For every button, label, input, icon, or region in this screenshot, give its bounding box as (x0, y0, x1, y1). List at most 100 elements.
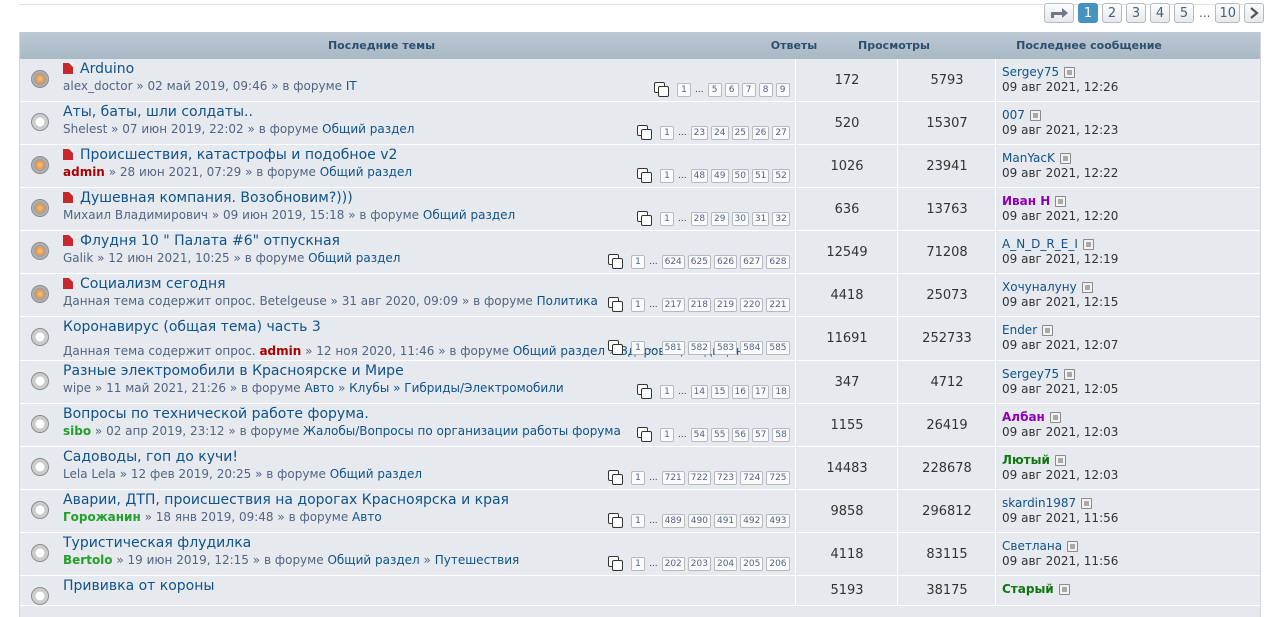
topic-page-link[interactable]: 493 (766, 513, 790, 528)
topic-title[interactable]: Прививка от короны (63, 578, 214, 594)
topic-title[interactable]: Аты, баты, шли солдаты.. (63, 104, 253, 120)
topic-author-link[interactable]: Shelest (63, 122, 107, 136)
topic-page-link[interactable]: 7 (741, 82, 756, 97)
last-post-author-link[interactable]: ManYacK (1002, 151, 1071, 165)
page-1-button[interactable]: 1 (1078, 3, 1098, 23)
forum-link[interactable]: Авто (305, 381, 335, 395)
topic-title-link[interactable]: Аварии, ДТП, происшествия на дорогах Кра… (63, 492, 509, 508)
view-latest-post-icon[interactable] (1042, 324, 1054, 336)
topic-page-link[interactable]: 204 (713, 556, 738, 571)
topic-title-link[interactable]: Происшествия, катастрофы и подобное v2 (63, 147, 397, 163)
topic-title-link[interactable]: Arduino (63, 61, 134, 77)
topic-page-link[interactable]: 57 (751, 427, 770, 442)
topic-page-link[interactable]: 1 (631, 556, 645, 571)
topic-title[interactable]: Социализм сегодня (80, 276, 226, 292)
topic-page-link[interactable]: 582 (687, 340, 711, 355)
topic-page-link[interactable]: 206 (766, 556, 790, 571)
topic-author-link[interactable]: admin (63, 165, 105, 179)
topic-title[interactable]: Разные электромобили в Красноярске и Мир… (63, 363, 404, 379)
view-latest-post-icon[interactable] (1064, 66, 1076, 78)
last-post-author[interactable]: Sergey75 (1002, 367, 1059, 381)
topic-title[interactable]: Туристическая флудилка (63, 535, 251, 551)
last-post-author-link[interactable]: Старый (1002, 582, 1070, 596)
view-latest-post-icon[interactable] (1081, 497, 1093, 509)
topic-author-link[interactable]: wipe (63, 381, 91, 395)
topic-author-link[interactable]: Горожанин (63, 510, 141, 524)
topic-page-link[interactable]: 1 (677, 82, 691, 97)
view-latest-post-icon[interactable] (1059, 152, 1071, 164)
last-post-author[interactable]: ManYacK (1002, 151, 1055, 165)
last-post-author[interactable]: Иван Н (1002, 194, 1050, 208)
topic-page-link[interactable]: 23 (690, 125, 709, 140)
subforum-link[interactable]: Клубы » Гибриды/Электромобили (349, 381, 564, 395)
topic-page-link[interactable]: 1 (660, 168, 674, 183)
last-post-author-link[interactable]: Албан (1002, 410, 1061, 424)
last-post-author[interactable]: 007 (1002, 108, 1025, 122)
topic-page-link[interactable]: 581 (661, 340, 685, 355)
topic-page-link[interactable]: 55 (711, 427, 729, 442)
topic-page-link[interactable]: 489 (661, 513, 685, 528)
last-post-author-link[interactable]: Лютый (1002, 453, 1066, 467)
topic-title-link[interactable]: Аты, баты, шли солдаты.. (63, 104, 253, 120)
topic-page-link[interactable]: 585 (766, 340, 790, 355)
view-latest-post-icon[interactable] (1067, 540, 1079, 552)
topic-page-link[interactable]: 27 (772, 125, 790, 140)
topic-page-link[interactable]: 56 (731, 427, 749, 442)
topic-page-link[interactable]: 217 (661, 297, 685, 312)
page-2-button[interactable]: 2 (1102, 3, 1122, 23)
jump-to-page-button[interactable] (1044, 3, 1074, 23)
view-latest-post-icon[interactable] (1058, 583, 1070, 595)
topic-title-link[interactable]: Прививка от короны (63, 578, 214, 594)
topic-page-link[interactable]: 1 (631, 340, 645, 355)
topic-page-link[interactable]: 51 (751, 168, 770, 183)
last-post-author[interactable]: Sergey75 (1002, 65, 1059, 79)
forum-link[interactable]: Общий раздел (513, 344, 605, 358)
topic-page-link[interactable]: 1 (660, 211, 674, 226)
topic-title[interactable]: Флудня 10 " Палата #6" отпускная (80, 233, 340, 249)
topic-page-link[interactable]: 219 (713, 297, 738, 312)
topic-page-link[interactable]: 1 (660, 125, 674, 140)
topic-author-link[interactable]: Lela Lela (63, 467, 116, 481)
last-post-author[interactable]: Лютый (1002, 453, 1050, 467)
forum-link[interactable]: Жалобы/Вопросы по организации работы фор… (303, 424, 621, 438)
last-post-author-link[interactable]: Хочуналуну (1002, 280, 1093, 294)
topic-page-link[interactable]: 626 (713, 254, 738, 269)
topic-page-link[interactable]: 1 (631, 470, 645, 485)
view-latest-post-icon[interactable] (1064, 368, 1076, 380)
last-post-author-link[interactable]: Иван Н (1002, 194, 1067, 208)
topic-page-link[interactable]: 5 (707, 82, 722, 97)
topic-page-link[interactable]: 1 (660, 384, 674, 399)
topic-page-link[interactable]: 16 (731, 384, 749, 399)
next-page-button[interactable] (1244, 3, 1264, 23)
topic-title[interactable]: Аварии, ДТП, происшествия на дорогах Кра… (63, 492, 509, 508)
view-latest-post-icon[interactable] (1081, 281, 1093, 293)
topic-author-link[interactable]: Betelgeuse (259, 294, 326, 308)
topic-page-link[interactable]: 15 (711, 384, 729, 399)
last-post-author[interactable]: Хочуналуну (1002, 280, 1077, 294)
forum-link[interactable]: Общий раздел (322, 122, 414, 136)
topic-page-link[interactable]: 6 (724, 82, 739, 97)
last-post-author-link[interactable]: Ender (1002, 323, 1054, 337)
topic-page-link[interactable]: 628 (766, 254, 790, 269)
topic-page-link[interactable]: 583 (713, 340, 738, 355)
topic-page-link[interactable]: 25 (731, 125, 749, 140)
topic-page-link[interactable]: 29 (711, 211, 729, 226)
topic-page-link[interactable]: 492 (740, 513, 764, 528)
topic-page-link[interactable]: 26 (751, 125, 770, 140)
topic-page-link[interactable]: 1 (660, 427, 674, 442)
view-latest-post-icon[interactable] (1049, 411, 1061, 423)
topic-page-link[interactable]: 30 (731, 211, 749, 226)
topic-author-link[interactable]: admin (259, 344, 301, 358)
topic-page-link[interactable]: 725 (766, 470, 790, 485)
topic-page-link[interactable]: 1 (631, 254, 645, 269)
topic-page-link[interactable]: 54 (690, 427, 709, 442)
topic-page-link[interactable]: 31 (751, 211, 770, 226)
topic-page-link[interactable]: 722 (687, 470, 711, 485)
view-latest-post-icon[interactable] (1055, 195, 1067, 207)
topic-title-link[interactable]: Разные электромобили в Красноярске и Мир… (63, 363, 404, 379)
page-3-button[interactable]: 3 (1126, 3, 1146, 23)
topic-page-link[interactable]: 17 (751, 384, 770, 399)
forum-link[interactable]: Общий раздел (327, 553, 419, 567)
topic-page-link[interactable]: 203 (687, 556, 711, 571)
topic-author-link[interactable]: Bertolo (63, 553, 113, 567)
